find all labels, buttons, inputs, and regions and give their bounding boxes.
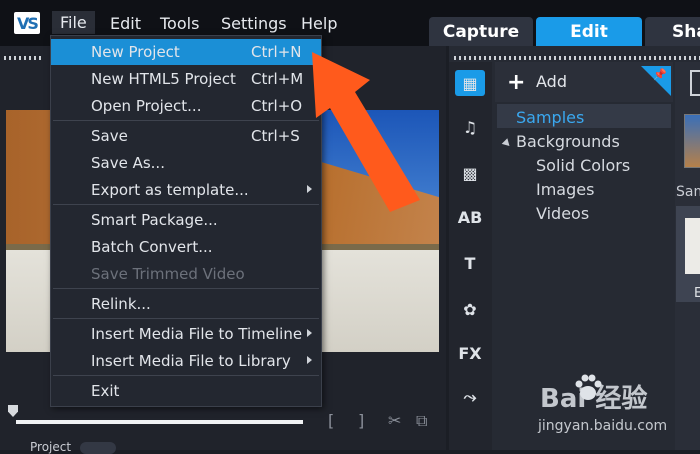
menu-item-shortcut: Ctrl+M — [251, 70, 304, 88]
thumbnail-sample-2-image — [685, 218, 700, 274]
menu-item-open-project[interactable]: Open Project... Ctrl+O — [51, 93, 321, 119]
menu-item-shortcut: Ctrl+N — [251, 43, 302, 61]
menu-item-label: Save As... — [91, 154, 165, 172]
fx-icon[interactable]: FX — [455, 340, 485, 366]
menu-separator — [53, 375, 319, 376]
menu-separator — [53, 120, 319, 121]
submenu-arrow-icon — [307, 356, 312, 364]
menu-item-label: Relink... — [91, 295, 151, 313]
tree-item-backgrounds[interactable]: Backgrounds — [516, 132, 620, 151]
menu-item-label: Batch Convert... — [91, 238, 213, 256]
menu-item-save-as[interactable]: Save As... — [51, 150, 321, 176]
title-icon[interactable]: AB — [455, 204, 485, 230]
path-icon[interactable]: ⤳ — [455, 384, 485, 410]
watermark-text: Bai 经验 — [540, 384, 648, 414]
menu-item-label: Save — [91, 127, 128, 145]
annotation-arrow-icon — [312, 52, 420, 212]
menu-item-save-trimmed-video: Save Trimmed Video — [51, 261, 321, 287]
thumbnail-caption: Sam — [676, 184, 700, 200]
submenu-arrow-icon — [307, 329, 312, 337]
add-icon[interactable]: + — [507, 70, 525, 95]
thumbnail-sample-1[interactable] — [684, 114, 700, 168]
library-grip[interactable] — [454, 56, 700, 60]
menu-item-label: Insert Media File to Timeline — [91, 325, 303, 343]
scrubber-bar[interactable] — [16, 420, 303, 424]
menu-item-label: New HTML5 Project — [91, 70, 236, 88]
scissors-icon[interactable]: ✂ — [388, 411, 401, 430]
project-label: Project — [30, 440, 72, 454]
tree-item-samples[interactable]: Samples — [516, 108, 584, 127]
tree-item-images[interactable]: Images — [536, 180, 594, 199]
menu-item-export-template[interactable]: Export as template... — [51, 177, 321, 203]
text-icon[interactable]: T — [455, 250, 485, 276]
menu-item-smart-package[interactable]: Smart Package... — [51, 207, 321, 233]
menu-file[interactable]: File — [52, 11, 95, 34]
mark-in-icon[interactable]: [ — [328, 411, 334, 430]
menu-edit[interactable]: Edit — [110, 14, 141, 33]
tree-item-solid-colors[interactable]: Solid Colors — [536, 156, 630, 175]
music-icon[interactable]: ♫ — [455, 114, 485, 140]
tree-item-videos[interactable]: Videos — [536, 204, 589, 223]
menu-settings[interactable]: Settings — [221, 14, 287, 33]
menu-item-shortcut: Ctrl+O — [251, 97, 303, 115]
menu-item-exit[interactable]: Exit — [51, 378, 321, 404]
menu-separator — [53, 288, 319, 289]
file-menu: New Project Ctrl+N New HTML5 Project Ctr… — [50, 35, 322, 407]
menu-item-label: Open Project... — [91, 97, 202, 115]
menu-item-shortcut: Ctrl+S — [251, 127, 300, 145]
menu-item-batch-convert[interactable]: Batch Convert... — [51, 234, 321, 260]
menu-separator — [53, 318, 319, 319]
panel-grip[interactable] — [4, 56, 44, 60]
add-label[interactable]: Add — [536, 72, 567, 91]
media-icon[interactable]: ▦ — [455, 70, 485, 96]
menu-item-label: Export as template... — [91, 181, 249, 199]
tab-capture[interactable]: Capture — [429, 17, 533, 46]
graphics-icon[interactable]: ✿ — [455, 296, 485, 322]
tab-edit[interactable]: Edit — [536, 17, 642, 46]
pin-icon[interactable]: 📌 — [653, 68, 667, 81]
mark-out-icon[interactable]: ] — [358, 411, 364, 430]
menu-item-label: Insert Media File to Library — [91, 352, 291, 370]
thumbnail-letter: E — [694, 286, 700, 301]
menu-item-label: Smart Package... — [91, 211, 218, 229]
watermark-url: jingyan.baidu.com — [538, 418, 668, 434]
menu-item-insert-timeline[interactable]: Insert Media File to Timeline — [51, 321, 321, 347]
menu-item-relink[interactable]: Relink... — [51, 291, 321, 317]
menu-item-new-html5-project[interactable]: New HTML5 Project Ctrl+M — [51, 66, 321, 92]
menu-item-save[interactable]: Save Ctrl+S — [51, 123, 321, 149]
transition-icon[interactable]: ▩ — [455, 160, 485, 186]
enlarge-icon[interactable]: ⧉ — [416, 411, 427, 431]
menu-tools[interactable]: Tools — [160, 14, 199, 33]
menu-item-label: New Project — [91, 43, 180, 61]
menu-item-insert-library[interactable]: Insert Media File to Library — [51, 348, 321, 374]
project-toggle[interactable] — [80, 442, 116, 454]
menu-separator — [53, 204, 319, 205]
tab-share[interactable]: Sha — [645, 17, 700, 46]
menu-item-label: Save Trimmed Video — [91, 265, 245, 283]
app-logo-icon: VS — [14, 12, 40, 34]
menu-item-label: Exit — [91, 382, 120, 400]
menu-help[interactable]: Help — [301, 14, 337, 33]
menu-item-new-project[interactable]: New Project Ctrl+N — [51, 39, 321, 65]
thumbnail-view-icon[interactable] — [690, 70, 700, 96]
